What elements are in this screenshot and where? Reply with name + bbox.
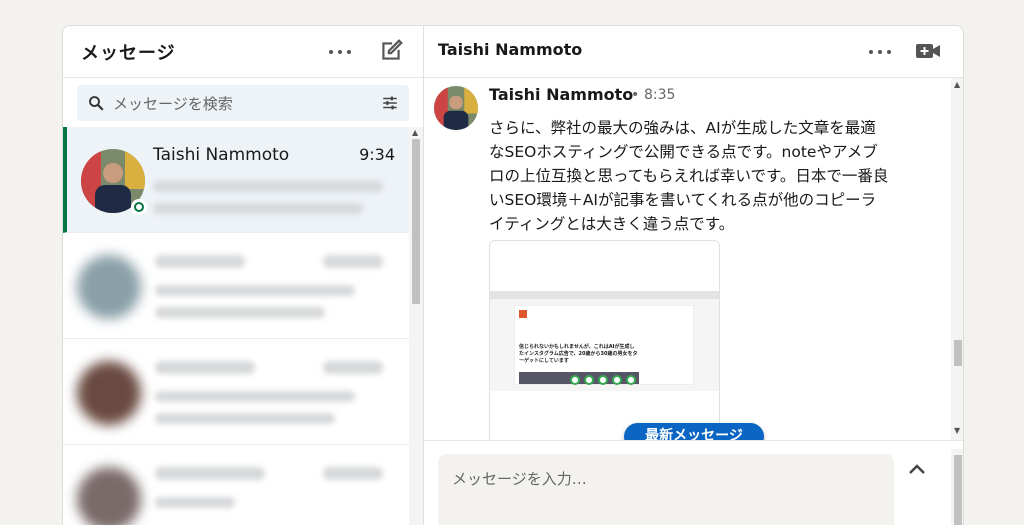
scrollbar-thumb[interactable] <box>954 455 962 525</box>
conversation-item-blurred[interactable] <box>63 233 409 339</box>
image-attachment[interactable]: 信じられないかもしれませんが、これはAIが生成したインスタグラム広告で、20歳か… <box>489 240 720 440</box>
attachment-screenshot: 信じられないかもしれませんが、これはAIが生成したインスタグラム広告で、20歳か… <box>490 291 719 391</box>
scroll-down-icon[interactable]: ▼ <box>954 426 960 435</box>
scrollbar-thumb[interactable] <box>954 340 962 366</box>
compose-message-icon[interactable] <box>378 38 404 64</box>
conversation-list-scrollbar[interactable]: ▲ <box>409 127 423 525</box>
blurred-preview <box>155 307 325 318</box>
blurred-time <box>323 255 383 268</box>
thread-scrollbar[interactable]: ▲ ▼ <box>951 78 963 440</box>
blurred-preview <box>155 285 355 296</box>
search-input[interactable]: メッセージを検索 <box>113 93 233 114</box>
screenshot-share-icons <box>570 375 636 385</box>
search-icon <box>89 96 104 111</box>
message-thread: Taishi Nammoto • 8:35 さらに、弊社の最大の強みは、AIが生… <box>424 78 951 440</box>
expand-composer-icon[interactable] <box>908 463 926 475</box>
list-header: メッセージ <box>63 26 423 78</box>
conversation-item-active[interactable]: Taishi Nammoto 9:34 <box>63 127 409 233</box>
thread-title[interactable]: Taishi Nammoto <box>438 40 582 59</box>
conversation-item-blurred[interactable] <box>63 445 409 525</box>
blurred-preview <box>153 181 383 192</box>
scrollbar-thumb[interactable] <box>412 139 420 304</box>
avatar <box>77 467 141 525</box>
blurred-time <box>323 467 383 480</box>
composer-scrollbar[interactable] <box>951 449 963 525</box>
messaging-window: メッセージ メッセージを検索 Taishi Nammoto 9:34 ▲ Tai… <box>62 25 964 525</box>
blurred-name <box>155 467 265 480</box>
message-time: 8:35 <box>644 87 676 103</box>
attachment-headline: 信じられないかもしれませんが、これはAIが生成したインスタグラム広告で、20歳か… <box>519 344 638 364</box>
thread-more-options-icon[interactable] <box>866 42 894 62</box>
blurred-preview <box>153 203 363 214</box>
blurred-preview <box>155 391 355 402</box>
screenshot-toolbar <box>490 291 719 299</box>
message-input-placeholder: メッセージを入力… <box>452 470 587 488</box>
scroll-up-icon[interactable]: ▲ <box>954 80 960 89</box>
thread-header: Taishi Nammoto <box>424 26 963 78</box>
conversation-time: 9:34 <box>359 145 395 164</box>
sender-name[interactable]: Taishi Nammoto <box>489 85 633 104</box>
logo-icon <box>519 310 527 318</box>
filter-icon[interactable] <box>381 94 399 112</box>
sender-avatar[interactable] <box>434 86 478 130</box>
blurred-name <box>155 255 245 268</box>
blurred-name <box>155 361 255 374</box>
separator: • <box>631 87 640 103</box>
blurred-preview <box>155 413 335 424</box>
messaging-title: メッセージ <box>81 43 176 64</box>
screenshot-card: 信じられないかもしれませんが、これはAIが生成したインスタグラム広告で、20歳か… <box>514 305 694 385</box>
message-input[interactable]: メッセージを入力… <box>438 454 894 525</box>
more-options-icon[interactable] <box>326 42 354 62</box>
video-call-icon[interactable] <box>915 41 941 61</box>
search-bar[interactable]: メッセージを検索 <box>77 85 409 121</box>
blurred-preview <box>155 497 235 508</box>
conversation-name: Taishi Nammoto <box>153 145 290 165</box>
conversation-list-pane: メッセージ メッセージを検索 Taishi Nammoto 9:34 ▲ <box>63 26 424 525</box>
scroll-up-icon[interactable]: ▲ <box>412 128 418 137</box>
latest-message-button[interactable]: 最新メッセージ <box>624 423 764 440</box>
online-status-icon <box>131 199 147 215</box>
blurred-time <box>323 361 383 374</box>
message-body: さらに、弊社の最大の強みは、AIが生成した文章を最適なSEOホスティングで公開で… <box>489 119 889 233</box>
conversation-item-blurred[interactable] <box>63 339 409 445</box>
avatar <box>77 361 141 425</box>
avatar <box>77 255 141 319</box>
conversation-list: Taishi Nammoto 9:34 <box>63 127 409 525</box>
message-composer: メッセージを入力… <box>424 440 963 525</box>
thread-pane: Taishi Nammoto Taishi Nammoto • 8:35 さらに… <box>424 26 963 525</box>
